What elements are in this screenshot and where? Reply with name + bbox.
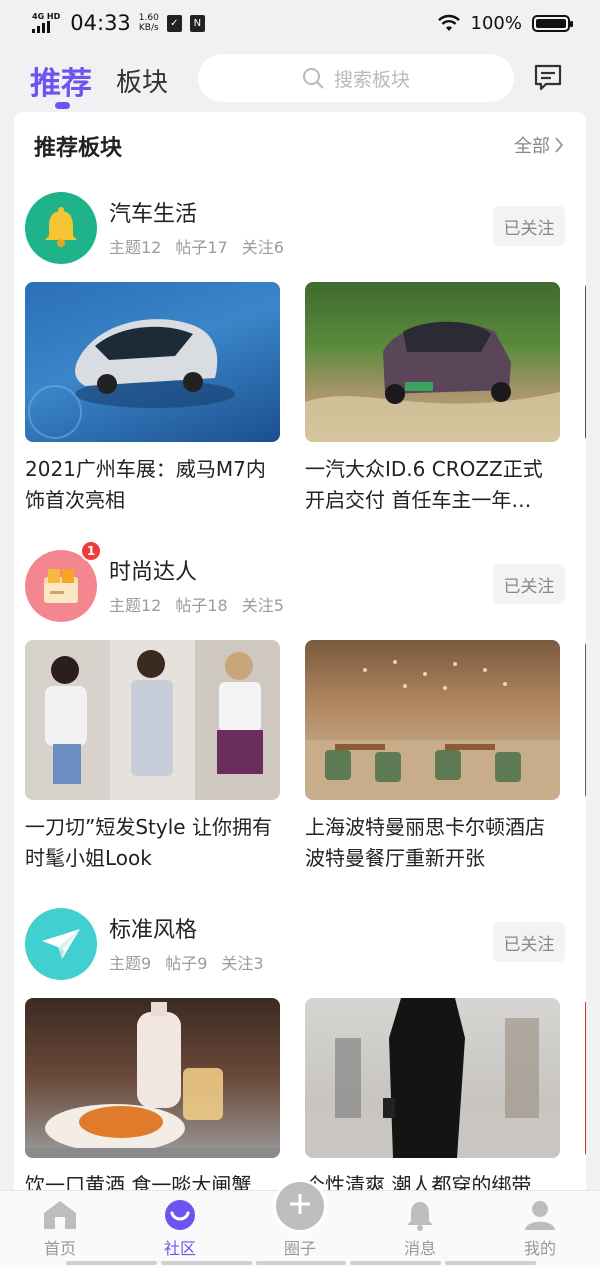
paper-plane-icon (25, 908, 97, 980)
user-icon (525, 1201, 555, 1230)
nav-community-label: 社区 (163, 1239, 196, 1258)
search-placeholder: 搜索板块 (333, 68, 410, 91)
follow-button[interactable]: 已关注 (493, 922, 565, 962)
wifi-icon (437, 14, 460, 31)
network-type: 4G HD (32, 12, 61, 21)
signal-icon: 4G HD (32, 13, 60, 33)
nav-messages-label: 消息 (403, 1239, 436, 1258)
stat-posts: 帖子9 (165, 954, 208, 973)
network-speed: 1.60 KB/s (139, 13, 159, 33)
post-list: 2021广州车展：威马M7内饰首次亮相 一汽大众ID.6 CROZZ正式开启交付… (25, 282, 586, 516)
stat-followers: 关注3 (221, 954, 264, 973)
post-card[interactable]: 饮一口黄酒 食一啖大闸蟹 (25, 998, 280, 1190)
status-bar: 4G HD 04:33 1.60 KB/s ✓ N 100% (0, 0, 600, 46)
stat-followers: 关注6 (241, 238, 284, 257)
search-input[interactable]: 搜索板块 (198, 54, 514, 102)
post-card[interactable]: 上海波特曼丽思卡尔顿酒店波特曼餐厅重新开张 (305, 640, 560, 874)
next-post-peek (585, 998, 586, 1158)
top-header: 推荐 板块 搜索板块 (0, 46, 600, 110)
nav-mine[interactable]: 我的 (480, 1191, 600, 1267)
post-thumbnail (25, 282, 280, 442)
post-card[interactable]: 个性清爽 潮人都穿的绑带 (305, 998, 560, 1190)
forum-stats: 主题12 帖子17 关注6 (109, 234, 284, 258)
nav-messages[interactable]: 消息 (360, 1191, 480, 1267)
forum-name: 标准风格 (109, 918, 198, 943)
home-icon (44, 1201, 76, 1229)
post-thumbnail (305, 282, 560, 442)
next-post-peek (585, 640, 586, 800)
post-thumbnail (25, 640, 280, 800)
nav-community[interactable]: 社区 (120, 1191, 240, 1267)
stat-topics: 主题12 (109, 238, 162, 257)
post-card[interactable]: 一刀切”短发Style 让你拥有时髦小姐Look (25, 640, 280, 874)
chevron-right-icon (555, 137, 564, 153)
stat-topics: 主题9 (109, 954, 152, 973)
post-title: 一汽大众ID.6 CROZZ正式开启交付 首任车主一年… (305, 457, 543, 512)
post-thumbnail (305, 640, 560, 800)
forum-name: 汽车生活 (109, 202, 198, 227)
follow-button[interactable]: 已关注 (493, 206, 565, 246)
nav-home-label: 首页 (43, 1239, 76, 1258)
post-title: 饮一口黄酒 食一啖大闸蟹 (25, 1173, 252, 1190)
post-list: 饮一口黄酒 食一啖大闸蟹 个性清爽 潮人都穿的绑带 (25, 998, 586, 1190)
forum-name: 时尚达人 (109, 560, 198, 585)
tab-recommended[interactable]: 推荐 (30, 58, 92, 103)
notification-badge: 1 (80, 540, 102, 562)
recommended-boards-card: 推荐板块 全部 汽车生活 主题12 帖子17 关注6 已关注 2021广州车展：… (14, 112, 586, 1190)
section-title: 推荐板块 (34, 136, 123, 161)
post-thumbnail (305, 998, 560, 1158)
community-icon (165, 1200, 195, 1230)
nav-home[interactable]: 首页 (0, 1191, 120, 1267)
nfc-icon: N (189, 14, 205, 32)
bottom-nav: 首页 社区 圈子 消息 我的 (0, 1179, 600, 1267)
forum-stats: 主题12 帖子18 关注5 (109, 592, 284, 616)
view-all-label: 全部 (514, 136, 550, 157)
message-icon[interactable] (532, 62, 564, 94)
next-post-peek (585, 282, 586, 442)
speed-value: 1.60 (138, 13, 159, 23)
search-icon (302, 68, 324, 89)
post-list: 一刀切”短发Style 让你拥有时髦小姐Look 上海波特曼丽思卡尔顿酒店波特曼… (25, 640, 586, 874)
nav-circle[interactable]: 圈子 (240, 1179, 360, 1267)
post-card[interactable]: 2021广州车展：威马M7内饰首次亮相 (25, 282, 280, 516)
follow-button[interactable]: 已关注 (493, 564, 565, 604)
bell-icon (407, 1202, 433, 1231)
sim-check-icon: ✓ (166, 14, 182, 32)
post-title: 个性清爽 潮人都穿的绑带 (305, 1173, 532, 1190)
nav-circle-label: 圈子 (283, 1239, 316, 1258)
clock: 04:33 (70, 11, 131, 35)
battery-percent: 100% (470, 12, 522, 34)
bell-icon (25, 192, 97, 264)
stat-followers: 关注5 (241, 596, 284, 615)
tab-indicator (55, 102, 70, 109)
post-title: 2021广州车展：威马M7内饰首次亮相 (25, 457, 266, 512)
post-title: 上海波特曼丽思卡尔顿酒店波特曼餐厅重新开张 (305, 815, 545, 870)
forum-stats: 主题9 帖子9 关注3 (109, 950, 264, 974)
speed-unit: KB/s (138, 23, 159, 33)
post-title: 一刀切”短发Style 让你拥有时髦小姐Look (25, 815, 272, 870)
gesture-bar (66, 1261, 536, 1265)
stat-topics: 主题12 (109, 596, 162, 615)
tab-boards[interactable]: 板块 (116, 62, 168, 99)
post-thumbnail (25, 998, 280, 1158)
post-card[interactable]: 一汽大众ID.6 CROZZ正式开启交付 首任车主一年… (305, 282, 560, 516)
battery-icon (532, 14, 573, 32)
stat-posts: 帖子17 (175, 238, 228, 257)
view-all-link[interactable]: 全部 (514, 132, 564, 158)
plus-icon (273, 1179, 327, 1233)
stat-posts: 帖子18 (175, 596, 228, 615)
nav-mine-label: 我的 (523, 1239, 556, 1258)
